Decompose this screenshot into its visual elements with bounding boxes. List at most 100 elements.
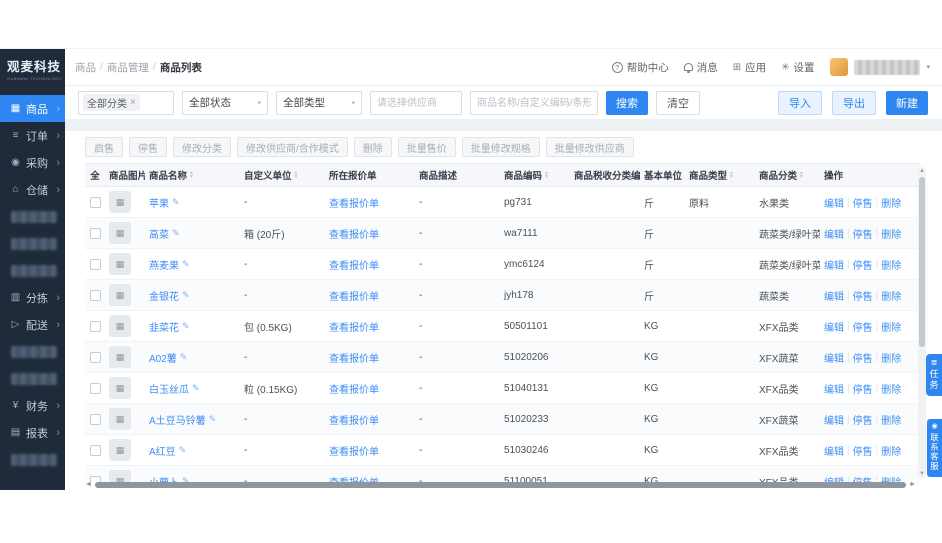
edit-name-icon[interactable]: ✎ <box>209 414 217 425</box>
vertical-scrollbar[interactable]: ▲ ▼ <box>918 167 926 478</box>
row-action-edit[interactable]: 编辑 <box>824 226 844 241</box>
bulk-action-button[interactable]: 修改供应商/合作模式 <box>237 137 348 157</box>
horizontal-scrollbar[interactable]: ◄ ► <box>85 481 916 489</box>
topbar-action-设置[interactable]: ✳ 设置 <box>781 60 814 75</box>
row-checkbox[interactable] <box>89 382 101 394</box>
product-name-link[interactable]: 燕麦果 <box>149 257 179 272</box>
row-checkbox[interactable] <box>89 320 101 332</box>
row-action-delete[interactable]: 删除 <box>881 226 901 241</box>
status-filter[interactable]: 全部状态 ▾ <box>182 90 268 115</box>
sidebar-item-订单[interactable]: ≡ 订单 › <box>0 122 65 149</box>
product-name-link[interactable]: 苹果 <box>149 195 169 210</box>
product-name-link[interactable]: 白玉丝瓜 <box>149 381 189 396</box>
sidebar-item-blurred[interactable] <box>0 365 65 392</box>
edit-name-icon[interactable]: ✎ <box>172 228 180 239</box>
quote-sheet-link[interactable]: 查看报价单 <box>329 288 379 303</box>
quote-sheet-link[interactable]: 查看报价单 <box>329 195 379 210</box>
keyword-search-input[interactable] <box>470 90 598 115</box>
sidebar-item-配送[interactable]: ▷ 配送 › <box>0 311 65 338</box>
bulk-action-button[interactable]: 启售 <box>85 137 123 157</box>
create-button[interactable]: 新建 <box>886 90 928 115</box>
scroll-down-icon[interactable]: ▼ <box>919 470 925 478</box>
column-header-name[interactable]: 商品名称 ▲ ▼ <box>145 168 240 183</box>
bulk-action-button[interactable]: 停售 <box>129 137 167 157</box>
sidebar-item-blurred[interactable] <box>0 446 65 473</box>
sort-icon[interactable]: ▲▼ <box>544 171 549 180</box>
column-header-type[interactable]: 商品类型 ▲ ▼ <box>685 168 755 183</box>
quote-sheet-link[interactable]: 查看报价单 <box>329 381 379 396</box>
sidebar-item-采购[interactable]: ◉ 采购 › <box>0 149 65 176</box>
row-action-delete[interactable]: 删除 <box>881 195 901 210</box>
row-action-stop-sale[interactable]: 停售 <box>853 443 873 458</box>
row-action-delete[interactable]: 删除 <box>881 257 901 272</box>
row-action-delete[interactable]: 删除 <box>881 412 901 427</box>
sort-icon[interactable]: ▲▼ <box>799 171 804 180</box>
sidebar-item-blurred[interactable] <box>0 230 65 257</box>
row-checkbox[interactable] <box>89 196 101 208</box>
row-action-edit[interactable]: 编辑 <box>824 443 844 458</box>
import-button[interactable]: 导入 <box>778 90 822 115</box>
type-filter[interactable]: 全部类型 ▾ <box>276 90 362 115</box>
bulk-action-button[interactable]: 批量售价 <box>397 137 456 157</box>
task-panel-tab[interactable]: ≣ 任务 <box>926 354 942 396</box>
row-action-stop-sale[interactable]: 停售 <box>853 319 873 334</box>
edit-name-icon[interactable]: ✎ <box>172 197 180 208</box>
row-checkbox[interactable] <box>89 289 101 301</box>
sidebar-item-报表[interactable]: ▤ 报表 › <box>0 419 65 446</box>
edit-name-icon[interactable]: ✎ <box>182 290 190 301</box>
row-action-edit[interactable]: 编辑 <box>824 381 844 396</box>
product-name-link[interactable]: A02薯 <box>149 350 177 365</box>
sidebar-item-blurred[interactable] <box>0 203 65 230</box>
scroll-up-icon[interactable]: ▲ <box>919 167 925 175</box>
quote-sheet-link[interactable]: 查看报价单 <box>329 443 379 458</box>
horizontal-scroll-thumb[interactable] <box>94 482 907 488</box>
quote-sheet-link[interactable]: 查看报价单 <box>329 412 379 427</box>
bulk-action-button[interactable]: 批量修改供应商 <box>545 137 634 157</box>
row-action-stop-sale[interactable]: 停售 <box>853 381 873 396</box>
row-checkbox[interactable] <box>89 351 101 363</box>
edit-name-icon[interactable]: ✎ <box>192 383 200 394</box>
row-checkbox[interactable] <box>89 413 101 425</box>
sidebar-item-财务[interactable]: ¥ 财务 › <box>0 392 65 419</box>
search-button[interactable]: 搜索 <box>606 90 648 115</box>
clear-button[interactable]: 清空 <box>656 90 700 115</box>
sort-icon[interactable]: ▲▼ <box>294 171 299 180</box>
column-header-code[interactable]: 商品编码 ▲ ▼ <box>500 168 570 183</box>
row-action-stop-sale[interactable]: 停售 <box>853 257 873 272</box>
row-action-stop-sale[interactable]: 停售 <box>853 288 873 303</box>
quote-sheet-link[interactable]: 查看报价单 <box>329 350 379 365</box>
bulk-action-button[interactable]: 删除 <box>353 137 392 157</box>
row-action-stop-sale[interactable]: 停售 <box>853 226 873 241</box>
row-action-edit[interactable]: 编辑 <box>824 195 844 210</box>
customer-service-button[interactable]: ◉ 联系客服 <box>927 419 942 477</box>
row-checkbox[interactable] <box>89 227 101 239</box>
edit-name-icon[interactable]: ✎ <box>179 445 187 456</box>
sidebar-item-blurred[interactable] <box>0 338 65 365</box>
topbar-action-帮助中心[interactable]: ? 帮助中心 <box>611 60 669 75</box>
product-name-link[interactable]: A土豆马铃薯 <box>149 412 206 427</box>
scroll-right-icon[interactable]: ► <box>909 481 916 489</box>
topbar-action-应用[interactable]: ⊞ 应用 <box>733 60 766 75</box>
row-action-stop-sale[interactable]: 停售 <box>853 412 873 427</box>
row-action-delete[interactable]: 删除 <box>881 381 901 396</box>
row-checkbox[interactable] <box>89 258 101 270</box>
breadcrumb-item[interactable]: 商品 <box>75 60 96 75</box>
sidebar-item-分拣[interactable]: ▥ 分拣 › <box>0 284 65 311</box>
product-name-link[interactable]: 高菜 <box>149 226 169 241</box>
sidebar-item-blurred[interactable] <box>0 257 65 284</box>
quote-sheet-link[interactable]: 查看报价单 <box>329 257 379 272</box>
topbar-action-消息[interactable]: 消息 <box>683 60 718 75</box>
export-button[interactable]: 导出 <box>832 90 876 115</box>
bulk-action-button[interactable]: 批量修改规格 <box>461 137 540 157</box>
product-name-link[interactable]: A红豆 <box>149 443 176 458</box>
edit-name-icon[interactable]: ✎ <box>180 352 188 363</box>
row-action-stop-sale[interactable]: 停售 <box>853 195 873 210</box>
supplier-input[interactable] <box>370 90 462 115</box>
product-name-link[interactable]: 韭菜花 <box>149 319 179 334</box>
row-action-edit[interactable]: 编辑 <box>824 257 844 272</box>
sidebar-item-商品[interactable]: ▦ 商品 › <box>0 95 65 122</box>
row-action-delete[interactable]: 删除 <box>881 319 901 334</box>
row-action-stop-sale[interactable]: 停售 <box>853 350 873 365</box>
edit-name-icon[interactable]: ✎ <box>182 259 190 270</box>
row-action-delete[interactable]: 删除 <box>881 350 901 365</box>
